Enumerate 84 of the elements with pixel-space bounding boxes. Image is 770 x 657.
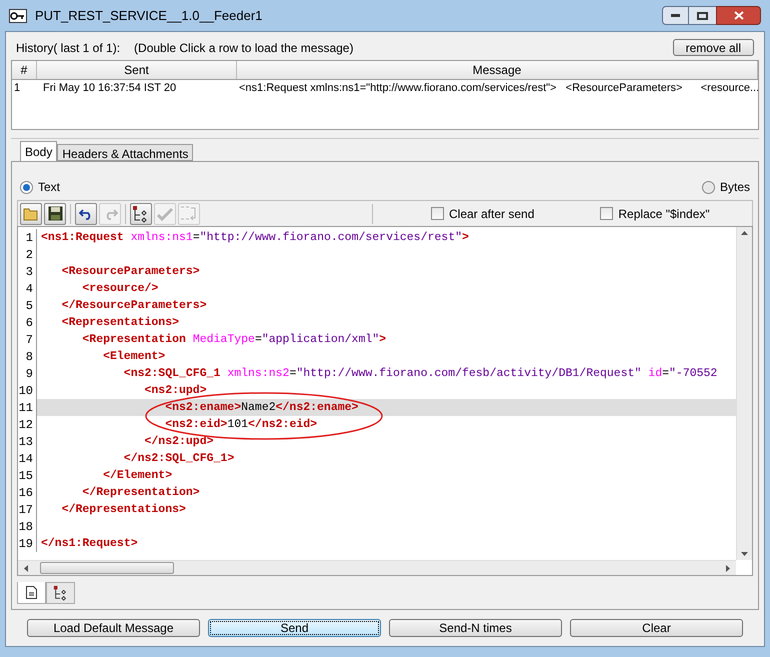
action-button[interactable]: Send-N times bbox=[389, 619, 562, 637]
code-line: <ns1:Request xmlns:ns1="http://www.fiorano.com/services/rest"> bbox=[41, 230, 469, 246]
code-line: <ns2:ename>Name2</ns2:ename> bbox=[165, 400, 358, 416]
up-arrow-icon bbox=[741, 231, 748, 235]
scrollbar-thumb[interactable] bbox=[40, 562, 174, 574]
down-arrow-icon bbox=[741, 552, 748, 556]
checkbox[interactable] bbox=[431, 207, 444, 220]
code-line: </ns2:upd> bbox=[144, 434, 214, 450]
code-line: </Representations> bbox=[62, 502, 186, 518]
line-number: 4 bbox=[26, 280, 33, 298]
code-line: </ns2:SQL_CFG_1> bbox=[124, 450, 234, 467]
table-cell: Fri May 10 16:37:54 IST 20 bbox=[43, 82, 176, 94]
folder-icon bbox=[23, 206, 39, 220]
minimize-button[interactable] bbox=[662, 6, 689, 25]
maximize-icon bbox=[697, 12, 708, 20]
line-number: 9 bbox=[26, 366, 33, 382]
toolbar-button[interactable] bbox=[130, 202, 152, 224]
tree-icon bbox=[52, 585, 68, 601]
radio-label: Bytes bbox=[720, 179, 750, 196]
window-title: PUT_REST_SERVICE__1.0__Feeder1 bbox=[35, 6, 262, 25]
line-number: 16 bbox=[18, 484, 33, 502]
checkbox-label: Clear after send bbox=[449, 206, 534, 222]
code-line: <ResourceParameters> bbox=[62, 264, 200, 280]
left-arrow-icon bbox=[24, 564, 28, 572]
line-number: 1 bbox=[26, 230, 33, 246]
code-line: <resource/> bbox=[82, 280, 158, 297]
line-number: 2 bbox=[26, 246, 33, 264]
line-number: 5 bbox=[26, 298, 33, 314]
line-number: 17 bbox=[18, 502, 33, 518]
maximize-button[interactable] bbox=[689, 6, 716, 25]
view-tab[interactable] bbox=[46, 582, 75, 604]
action-button[interactable]: Load Default Message bbox=[27, 619, 200, 637]
column-header[interactable]: # bbox=[12, 61, 37, 79]
document-icon bbox=[26, 586, 37, 599]
checkbox[interactable] bbox=[600, 207, 614, 220]
line-number: 15 bbox=[18, 468, 33, 484]
checkbox-label: Replace "$index" bbox=[618, 206, 710, 222]
radio-button[interactable] bbox=[702, 180, 715, 194]
code-editor[interactable] bbox=[17, 226, 753, 576]
line-number: 6 bbox=[26, 314, 33, 332]
line-number: 8 bbox=[26, 348, 33, 366]
right-arrow-icon bbox=[726, 564, 730, 572]
code-line: </Element> bbox=[103, 468, 172, 484]
minimize-icon bbox=[671, 14, 680, 17]
code-line: <ns2:eid>101</ns2:eid> bbox=[165, 416, 318, 433]
column-header[interactable]: Message bbox=[237, 61, 758, 79]
line-number: 12 bbox=[18, 416, 33, 434]
checkmark-icon bbox=[157, 206, 173, 220]
code-line: <ns2:upd> bbox=[144, 382, 207, 399]
code-line: </ns1:Request> bbox=[41, 536, 138, 552]
radio-label: Text bbox=[38, 179, 60, 196]
code-line: </Representation> bbox=[82, 484, 200, 501]
table-cell: 1 bbox=[14, 82, 20, 94]
code-line: <Representations> bbox=[62, 314, 180, 331]
line-number: 14 bbox=[18, 450, 33, 468]
radio-button[interactable] bbox=[20, 180, 33, 194]
code-line: </ResourceParameters> bbox=[62, 298, 207, 314]
action-button[interactable]: Send bbox=[208, 619, 381, 637]
column-header[interactable]: Sent bbox=[37, 61, 237, 79]
code-line: <Element> bbox=[103, 348, 166, 365]
line-number: 7 bbox=[26, 332, 33, 348]
line-number: 18 bbox=[18, 518, 33, 536]
line-number: 13 bbox=[18, 434, 33, 450]
remove-all-button[interactable]: remove all bbox=[672, 39, 754, 56]
history-label: History( last 1 of 1): bbox=[16, 40, 120, 56]
tab[interactable]: Headers & Attachments bbox=[57, 144, 194, 161]
horizontal-scrollbar[interactable] bbox=[18, 560, 736, 575]
action-button[interactable]: Clear bbox=[570, 619, 743, 637]
toolbar-button[interactable] bbox=[75, 202, 97, 224]
close-icon bbox=[734, 11, 744, 20]
toolbar-button[interactable] bbox=[44, 202, 66, 224]
line-number: 11 bbox=[18, 400, 33, 416]
code-line: <ns2:SQL_CFG_1 xmlns:ns2="http://www.fiorano.com/fesb/activity/DB1/Request" id="-70552 bbox=[124, 366, 718, 382]
line-number: 10 bbox=[18, 382, 33, 400]
code-line: <Representation MediaType="application/xml"> bbox=[82, 332, 386, 348]
line-number: 3 bbox=[26, 264, 33, 280]
history-hint: (Double Click a row to load the message) bbox=[134, 40, 354, 56]
key-icon bbox=[9, 8, 27, 22]
vertical-scrollbar[interactable] bbox=[736, 227, 752, 560]
close-button[interactable] bbox=[716, 6, 761, 25]
view-tab[interactable] bbox=[17, 582, 46, 604]
line-number: 19 bbox=[18, 536, 33, 552]
table-cell: <ns1:Request xmlns:ns1="http://www.fiorano.com/services/rest"> <ResourceParameters> <resource... bbox=[239, 82, 758, 94]
tab[interactable]: Body bbox=[20, 141, 58, 161]
